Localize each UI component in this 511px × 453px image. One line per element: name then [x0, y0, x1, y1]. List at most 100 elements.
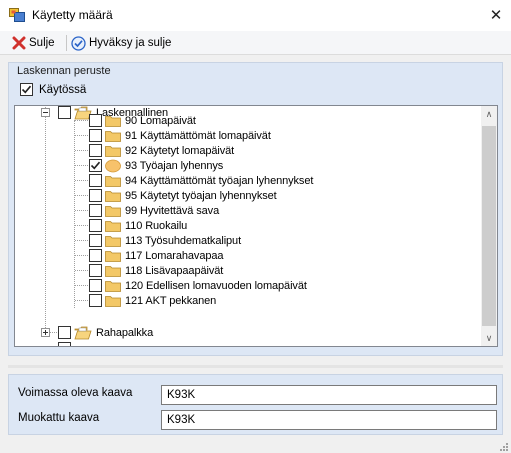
tree-checkbox[interactable]	[89, 144, 102, 157]
tree-item-label: 93 Työajan lyhennys	[125, 159, 224, 172]
expand-laskennallinen-toggle[interactable]	[41, 108, 50, 117]
tree-row-partial	[58, 341, 96, 346]
current-formula-label: Voimassa oleva kaava	[18, 387, 133, 399]
tree-checkbox[interactable]	[58, 342, 71, 346]
tree-connector	[75, 135, 88, 136]
dialog-window: Käytetty määrä ✕ Sulje Hyväksy ja sulje …	[0, 0, 511, 453]
tree-checkbox[interactable]	[89, 234, 102, 247]
tree-item[interactable]: 113 Työsuhdematkaliput	[89, 233, 241, 248]
tree-connector	[75, 165, 88, 166]
tree-item[interactable]: 91 Käyttämättömät lomapäivät	[89, 128, 271, 143]
panel-title: Laskennan peruste	[17, 65, 111, 77]
tree-item[interactable]: 95 Käytetyt työajan lyhennykset	[89, 188, 277, 203]
tree-checkbox[interactable]	[89, 264, 102, 277]
tree-item-label: 118 Lisävapaapäivät	[125, 264, 224, 277]
tree-item[interactable]: 90 Lomapäivät	[89, 113, 196, 128]
checkmark-icon	[21, 85, 32, 94]
tree-checkbox[interactable]	[58, 326, 71, 339]
accept-button-label: Hyväksy ja sulje	[89, 37, 172, 49]
tree-item[interactable]: 118 Lisävapaapäivät	[89, 263, 223, 278]
tree-item-label: 99 Hyvitettävä sava	[125, 204, 220, 217]
folder-icon	[105, 265, 121, 277]
tree-connector	[75, 195, 88, 196]
folder-icon	[105, 175, 121, 187]
tree-checkbox[interactable]	[89, 114, 102, 127]
tree-checkbox[interactable]	[89, 189, 102, 202]
tree-group-label: Rahapalkka	[96, 326, 154, 339]
tree-connector	[45, 106, 46, 330]
enabled-checkbox-row[interactable]: Käytössä	[20, 83, 86, 96]
title-bar[interactable]: Käytetty määrä ✕	[0, 0, 511, 31]
tree-item[interactable]: 110 Ruokailu	[89, 218, 187, 233]
tree-checkbox[interactable]	[58, 106, 71, 119]
close-icon: ✕	[489, 6, 503, 24]
modified-formula-label: Muokattu kaava	[18, 412, 100, 424]
tree-connector	[75, 300, 88, 301]
status-bar	[0, 441, 511, 453]
enabled-label: Käytössä	[39, 83, 87, 96]
tree-connector	[75, 240, 88, 241]
tree-connector	[75, 180, 88, 181]
scroll-up-arrow[interactable]: ∧	[481, 106, 497, 122]
tree-checkbox[interactable]	[89, 129, 102, 142]
folder-icon	[105, 250, 121, 262]
folder-icon	[105, 280, 121, 292]
tree-item-label: 117 Lomarahavapaa	[125, 249, 224, 262]
enabled-checkbox[interactable]	[20, 83, 33, 96]
tree-connector	[75, 285, 88, 286]
folder-icon	[105, 295, 121, 307]
tree-checkbox[interactable]	[89, 294, 102, 307]
tree-connector	[75, 210, 88, 211]
close-button-label: Sulje	[29, 37, 55, 49]
folder-icon	[105, 130, 121, 142]
tree-connector	[75, 255, 88, 256]
tree-item-label: 121 AKT pekkanen	[125, 294, 217, 307]
scroll-thumb[interactable]	[482, 126, 496, 326]
checkmark-icon	[90, 161, 101, 170]
resize-grip-icon[interactable]	[499, 442, 509, 452]
tree-item[interactable]: 120 Edellisen lomavuoden lomapäivät	[89, 278, 307, 293]
tree-item[interactable]: 99 Hyvitettävä sava	[89, 203, 219, 218]
tree-checkbox-checked[interactable]	[89, 159, 102, 172]
tree-item[interactable]: 92 Käytetyt lomapäivät	[89, 143, 234, 158]
folder-icon	[105, 145, 121, 157]
panel-splitter[interactable]	[8, 365, 503, 368]
tree-group-rahapalkka[interactable]: Rahapalkka	[58, 325, 153, 340]
tree-item-label: 91 Käyttämättömät lomapäivät	[125, 129, 271, 142]
tree-item[interactable]: 121 AKT pekkanen	[89, 293, 216, 308]
folder-icon	[105, 115, 121, 127]
folder-icon	[105, 220, 121, 232]
open-folder-icon	[74, 326, 92, 339]
calculation-basis-panel: Laskennan peruste Käytössä Laskennalline…	[8, 62, 503, 356]
tree-checkbox[interactable]	[89, 279, 102, 292]
formula-panel: Voimassa oleva kaava Muokattu kaava	[8, 374, 503, 435]
tree-item[interactable]: 117 Lomarahavapaa	[89, 248, 224, 263]
tree-item-label: 94 Käyttämättömät työajan lyhennykset	[125, 174, 314, 187]
close-button[interactable]: Sulje	[12, 33, 55, 53]
tree-checkbox[interactable]	[89, 249, 102, 262]
accept-and-close-button[interactable]: Hyväksy ja sulje	[71, 33, 171, 53]
tree-connector	[75, 120, 88, 121]
tree-scrollbar[interactable]: ∧ ∨	[481, 106, 497, 346]
tree-item-label: 110 Ruokailu	[125, 219, 188, 232]
tree-item-selected[interactable]: 93 Työajan lyhennys	[89, 158, 223, 173]
modified-formula-field[interactable]	[161, 410, 497, 430]
toolbar: Sulje Hyväksy ja sulje	[0, 31, 511, 55]
current-formula-field[interactable]	[161, 385, 497, 405]
tree-item-label: 95 Käytetyt työajan lyhennykset	[125, 189, 277, 202]
app-icon	[9, 8, 25, 22]
chevron-up-icon: ∧	[485, 109, 493, 119]
scroll-down-arrow[interactable]: ∨	[481, 330, 497, 346]
tree-item[interactable]: 94 Käyttämättömät työajan lyhennykset	[89, 173, 313, 188]
window-close-button[interactable]: ✕	[486, 5, 506, 25]
expand-rahapalkka-toggle[interactable]	[41, 328, 50, 337]
tree-connector	[75, 225, 88, 226]
chevron-down-icon: ∨	[485, 333, 493, 343]
tree-checkbox[interactable]	[89, 174, 102, 187]
tree-checkbox[interactable]	[89, 204, 102, 217]
basis-tree[interactable]: Laskennallinen 90 Lomapäivät 91 Käyttämä…	[14, 105, 498, 347]
folder-icon	[105, 190, 121, 202]
tree-item-label: 90 Lomapäivät	[125, 114, 196, 127]
tree-item-label: 113 Työsuhdematkaliput	[125, 234, 242, 247]
tree-checkbox[interactable]	[89, 219, 102, 232]
